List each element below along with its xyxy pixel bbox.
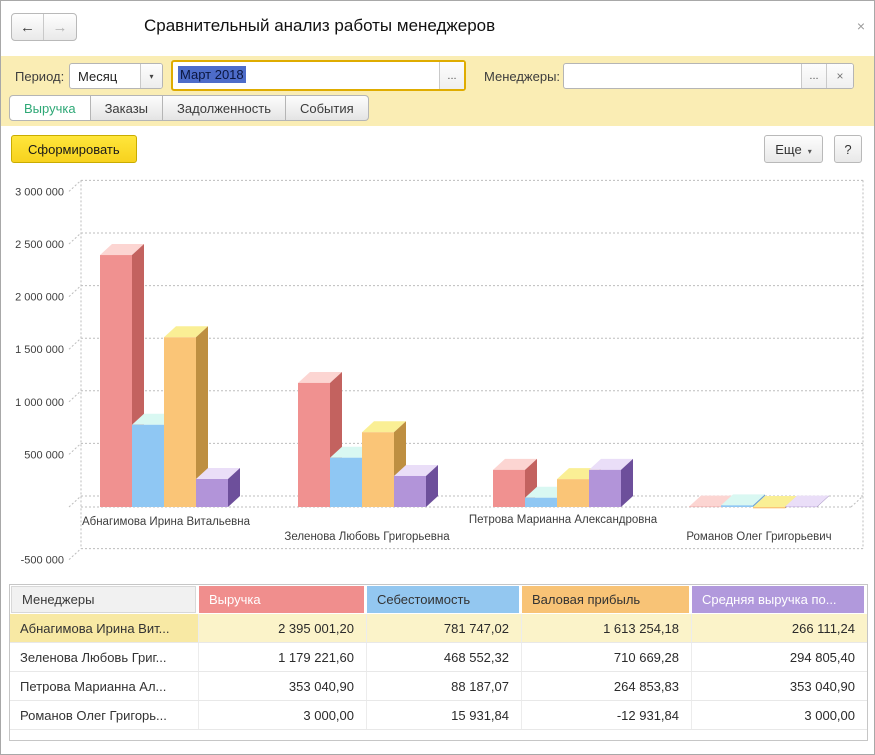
tab-events[interactable]: События [286, 95, 369, 121]
period-label: Период: [15, 69, 64, 84]
avg-revenue-cell: 266 111,24 [692, 614, 867, 642]
manager-name-cell: Петрова Марианна Ал... [10, 672, 199, 700]
cost-cell: 781 747,02 [367, 614, 522, 642]
svg-text:3 000 000: 3 000 000 [15, 186, 64, 198]
managers-label: Менеджеры: [484, 69, 560, 84]
managers-picker-button[interactable]: ... [801, 64, 826, 88]
revenue-cell: 353 040,90 [199, 672, 367, 700]
svg-text:Романов Олег Григорьевич: Романов Олег Григорьевич [686, 531, 831, 543]
gross-profit-cell: 1 613 254,18 [522, 614, 692, 642]
column-header-avg-revenue: Средняя выручка по... [692, 586, 864, 613]
period-select[interactable]: Месяц ▾ [69, 63, 163, 89]
cost-cell: 15 931,84 [367, 701, 522, 729]
cost-cell: 468 552,32 [367, 643, 522, 671]
forward-button[interactable]: → [44, 14, 76, 40]
generate-button[interactable]: Сформировать [11, 135, 137, 163]
svg-text:Петрова Марианна Александровна: Петрова Марианна Александровна [469, 514, 658, 526]
table-header: Менеджеры Выручка Себестоимость Валовая … [10, 585, 867, 614]
manager-name-cell: Зеленова Любовь Григ... [10, 643, 199, 671]
svg-text:500 000: 500 000 [24, 449, 64, 461]
managers-table: Менеджеры Выручка Себестоимость Валовая … [9, 584, 868, 741]
svg-text:Абнагимова Ирина Витальевна: Абнагимова Ирина Витальевна [82, 516, 251, 528]
column-header-managers: Менеджеры [11, 586, 196, 613]
date-value-selected: Март 2018 [178, 66, 246, 83]
window-header: ← → Сравнительный анализ работы менеджер… [1, 1, 874, 56]
revenue-cell: 1 179 221,60 [199, 643, 367, 671]
svg-text:Зеленова Любовь Григорьевна: Зеленова Любовь Григорьевна [284, 531, 450, 543]
managers-input[interactable] [564, 64, 801, 88]
filter-panel: Период: Месяц ▾ Март 2018 ... Менеджеры:… [1, 56, 874, 126]
avg-revenue-cell: 294 805,40 [692, 643, 867, 671]
page-title: Сравнительный анализ работы менеджеров [144, 16, 495, 36]
more-label: Еще [775, 142, 801, 157]
gross-profit-cell: 264 853,83 [522, 672, 692, 700]
avg-revenue-cell: 353 040,90 [692, 672, 867, 700]
managers-input-wrap: ... × [563, 63, 854, 89]
svg-text:2 000 000: 2 000 000 [15, 292, 64, 304]
managers-clear-icon[interactable]: × [826, 64, 853, 88]
column-header-revenue: Выручка [199, 586, 364, 613]
chart-area: 3 000 000 2 500 000 2 000 000 1 500 000 1 00… [1, 176, 875, 576]
svg-text:1 000 000: 1 000 000 [15, 397, 64, 409]
close-icon[interactable]: × [857, 18, 865, 34]
svg-text:-500 000: -500 000 [21, 555, 64, 567]
more-button[interactable]: Еще ▾ [764, 135, 823, 163]
tab-orders[interactable]: Заказы [91, 95, 163, 121]
date-picker-button[interactable]: ... [439, 62, 464, 89]
back-arrow-icon: ← [20, 19, 35, 36]
manager-name-cell: Романов Олег Григорь... [10, 701, 199, 729]
column-header-cost: Себестоимость [367, 586, 519, 613]
svg-text:1 500 000: 1 500 000 [15, 344, 64, 356]
table-row[interactable]: Зеленова Любовь Григ... 1 179 221,60 468… [10, 643, 867, 672]
gross-profit-cell: -12 931,84 [522, 701, 692, 729]
table-row[interactable]: Петрова Марианна Ал... 353 040,90 88 187… [10, 672, 867, 701]
help-button[interactable]: ? [834, 135, 862, 163]
cost-cell: 88 187,07 [367, 672, 522, 700]
chevron-down-icon: ▾ [808, 147, 812, 156]
revenue-cell: 2 395 001,20 [199, 614, 367, 642]
chevron-down-icon[interactable]: ▾ [140, 64, 162, 88]
report-window: ← → Сравнительный анализ работы менеджер… [0, 0, 875, 755]
date-input-wrap: Март 2018 ... [171, 60, 466, 91]
table-row[interactable]: Абнагимова Ирина Вит... 2 395 001,20 781… [10, 614, 867, 643]
manager-name-cell: Абнагимова Ирина Вит... [10, 614, 199, 642]
period-value: Месяц [70, 64, 140, 88]
chart-svg: 3 000 000 2 500 000 2 000 000 1 500 000 1 00… [1, 176, 875, 576]
table-row[interactable]: Романов Олег Григорь... 3 000,00 15 931,… [10, 701, 867, 730]
forward-arrow-icon: → [53, 19, 68, 36]
avg-revenue-cell: 3 000,00 [692, 701, 867, 729]
tab-revenue[interactable]: Выручка [9, 95, 91, 121]
revenue-cell: 3 000,00 [199, 701, 367, 729]
gross-profit-cell: 710 669,28 [522, 643, 692, 671]
date-input[interactable]: Март 2018 [173, 62, 439, 89]
svg-text:2 500 000: 2 500 000 [15, 239, 64, 251]
tab-debt[interactable]: Задолженность [163, 95, 286, 121]
back-button[interactable]: ← [12, 14, 44, 40]
nav-button-group: ← → [11, 13, 77, 41]
column-header-gross-profit: Валовая прибыль [522, 586, 689, 613]
tab-bar: Выручка Заказы Задолженность События [9, 95, 369, 121]
